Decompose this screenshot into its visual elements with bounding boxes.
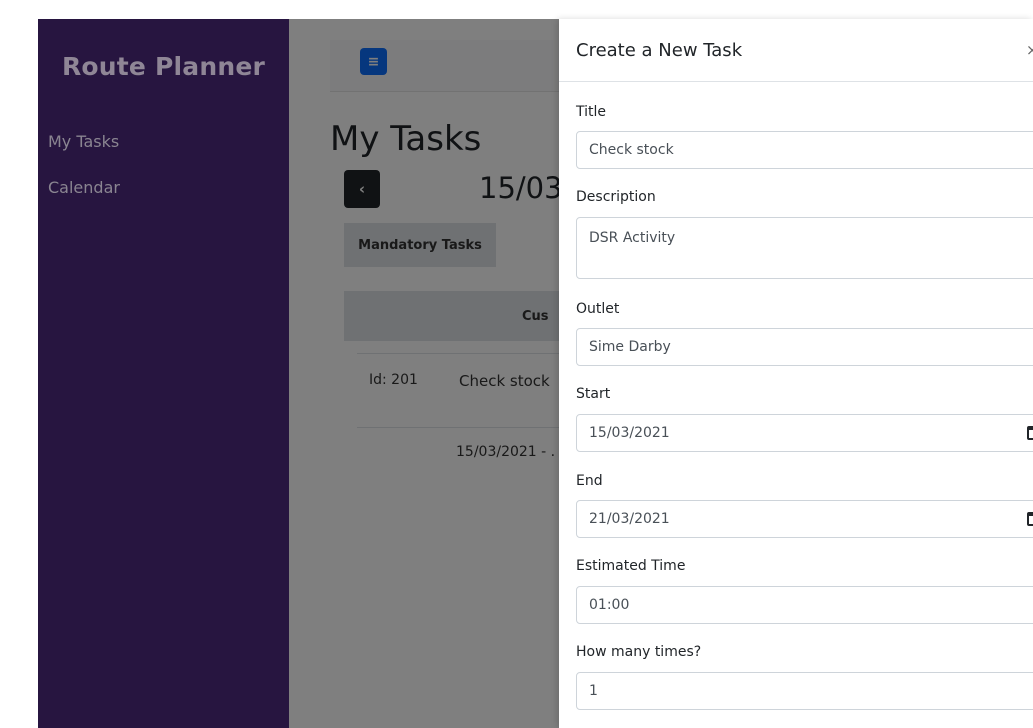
outlet-select[interactable]: Sime Darby ⌄ — [576, 328, 1033, 366]
sidebar: Route Planner My Tasks Calendar — [38, 19, 289, 728]
estimated-time-input[interactable]: 01:00 — [576, 586, 1033, 624]
end-label: End — [576, 473, 603, 489]
close-button[interactable]: × — [1026, 41, 1033, 59]
calendar-icon[interactable] — [1027, 512, 1033, 526]
brand-title: Route Planner — [61, 52, 266, 81]
end-date-value: 21/03/2021 — [589, 511, 670, 527]
start-label: Start — [576, 386, 611, 402]
app-root: Route Planner My Tasks Calendar ≡ My Tas… — [0, 0, 1033, 728]
create-task-panel: Create a New Task × Title Check stock De… — [559, 19, 1033, 728]
estimated-time-value: 01:00 — [589, 597, 630, 613]
description-label: Description — [576, 189, 656, 205]
panel-header: Create a New Task × — [559, 19, 1033, 82]
how-many-times-input[interactable]: 1 — [576, 672, 1033, 710]
title-input[interactable]: Check stock — [576, 131, 1033, 169]
start-date-value: 15/03/2021 — [589, 425, 670, 441]
estimated-time-label: Estimated Time — [576, 558, 686, 574]
sidebar-item-calendar[interactable]: Calendar — [48, 178, 120, 197]
sidebar-item-my-tasks[interactable]: My Tasks — [48, 132, 119, 151]
description-textarea[interactable]: DSR Activity — [576, 217, 1033, 279]
outlet-label: Outlet — [576, 301, 620, 317]
end-date-input[interactable]: 21/03/2021 — [576, 500, 1033, 538]
panel-title: Create a New Task — [576, 40, 743, 61]
close-icon: × — [1026, 41, 1033, 59]
title-input-value: Check stock — [589, 142, 674, 158]
start-date-input[interactable]: 15/03/2021 — [576, 414, 1033, 452]
title-label: Title — [576, 104, 607, 120]
calendar-icon[interactable] — [1027, 426, 1033, 440]
outlet-selected-value: Sime Darby — [589, 339, 671, 355]
how-many-times-label: How many times? — [576, 644, 702, 660]
description-value: DSR Activity — [589, 230, 676, 246]
how-many-times-value: 1 — [589, 683, 598, 699]
